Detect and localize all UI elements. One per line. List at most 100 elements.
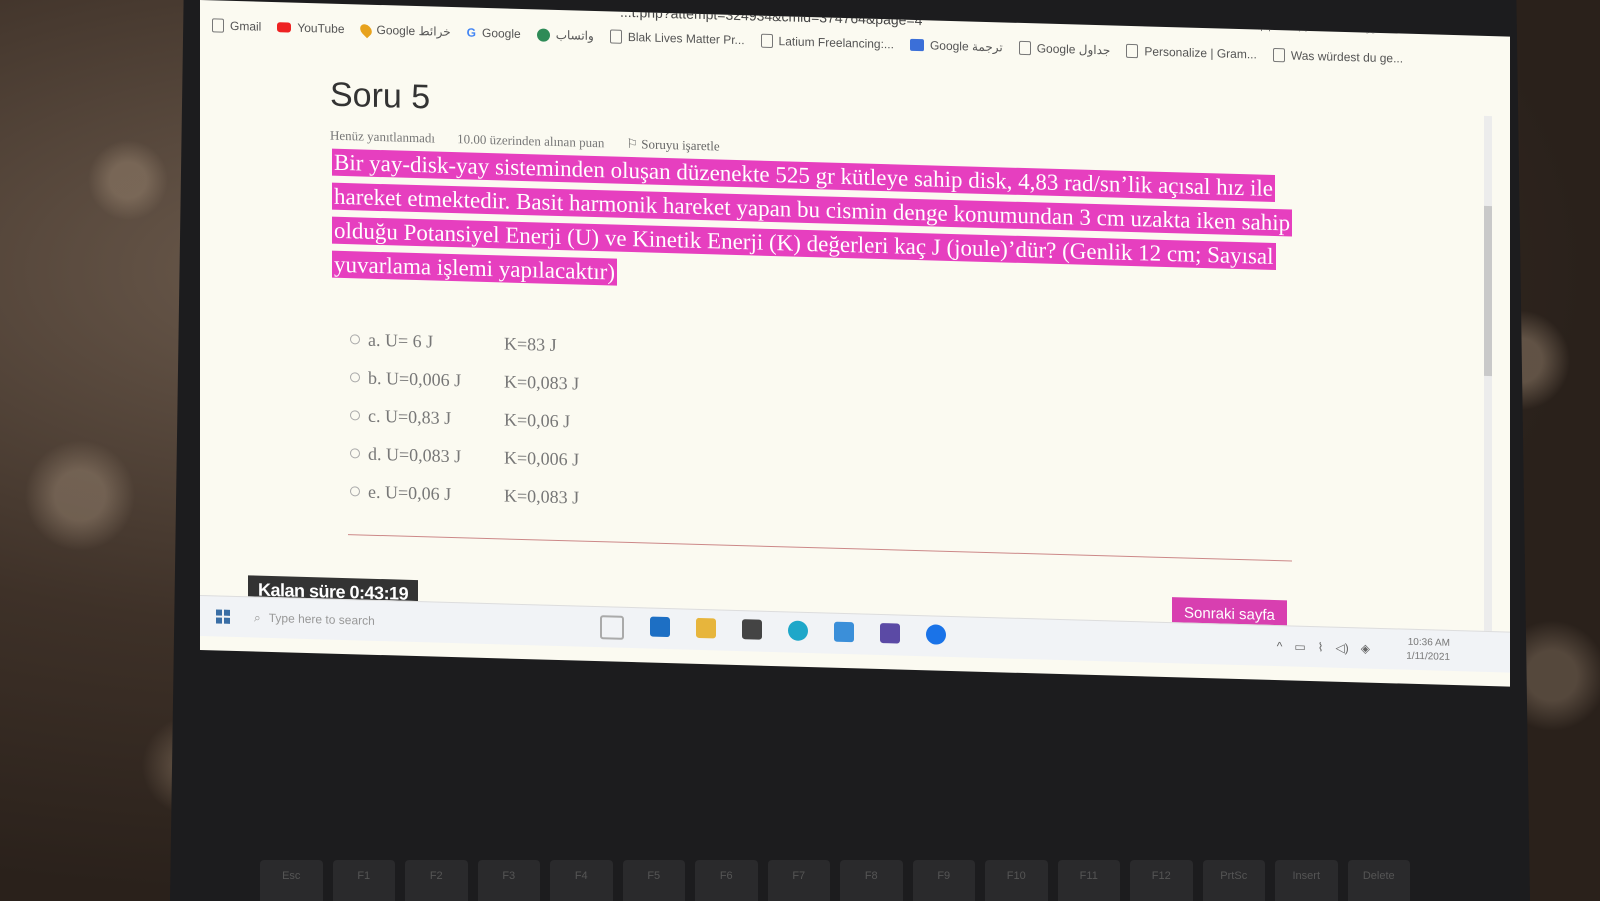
bookmark-label: Google جداول — [1036, 41, 1111, 58]
answer-option-d[interactable]: d. U=0,083 J K=0,006 J — [350, 434, 579, 478]
chevron-up-icon[interactable]: ^ — [1277, 639, 1283, 653]
bookmark-grammarly[interactable]: Personalize | Gram... — [1126, 43, 1257, 62]
option-k-value: K=0,06 J — [504, 408, 571, 431]
system-clock[interactable]: 10:36 AM 1/11/2021 — [1406, 636, 1450, 665]
key: F9 — [912, 860, 975, 901]
key: Esc — [260, 860, 323, 901]
radio-button[interactable] — [350, 486, 360, 497]
answer-option-c[interactable]: c. U=0,83 J K=0,06 J — [350, 396, 579, 440]
google-icon: G — [466, 25, 476, 40]
question-points: 10.00 üzerinden alınan puan — [457, 131, 605, 151]
option-u-value: a. U= 6 J — [368, 329, 434, 352]
youtube-icon — [277, 22, 292, 33]
question-title: Soru 5 — [330, 75, 431, 117]
answer-options: a. U= 6 J K=83 J b. U=0,006 J K=0,083 J c.… — [350, 320, 579, 516]
page-icon — [1272, 47, 1285, 63]
bookmark-latium[interactable]: Latium Freelancing:... — [760, 33, 894, 52]
taskbar-apps — [600, 615, 946, 649]
bookmark-gmail[interactable]: Gmail — [212, 18, 262, 34]
question-text-highlight: Bir yay-disk-yay sisteminden oluşan düze… — [332, 148, 1293, 286]
windows-start-icon[interactable] — [216, 609, 230, 624]
keyboard-row: Esc F1 F2 F3 F4 F5 F6 F7 F8 F9 F10 F11 F… — [260, 860, 1410, 901]
radio-button[interactable] — [350, 410, 360, 421]
file-explorer-icon[interactable] — [696, 617, 716, 639]
bookmark-google-translate[interactable]: Google ترجمة — [909, 38, 1003, 55]
taskbar-search[interactable]: ⌕ Type here to search — [254, 610, 375, 628]
system-tray: ^ ▭ ⌇ ◁) ◈ — [1277, 639, 1370, 656]
page-icon — [1018, 40, 1031, 56]
network-icon[interactable]: ⌇ — [1318, 640, 1324, 654]
dropbox-icon[interactable]: ◈ — [1361, 641, 1370, 655]
store-icon[interactable] — [742, 619, 762, 640]
app-icon[interactable] — [880, 622, 900, 644]
key: F3 — [477, 860, 540, 901]
option-k-value: K=0,083 J — [504, 484, 580, 508]
option-u-value: d. U=0,083 J — [368, 443, 462, 466]
key: F11 — [1057, 860, 1120, 901]
question-text: Bir yay-disk-yay sisteminden oluşan düze… — [332, 146, 1322, 310]
bookmark-google-maps[interactable]: Google خرائط — [357, 21, 451, 40]
page-icon — [212, 18, 224, 33]
page-icon — [1126, 43, 1139, 59]
outlook-icon[interactable] — [650, 616, 670, 638]
option-k-value: K=0,083 J — [504, 370, 580, 394]
key: F2 — [405, 860, 468, 901]
bookmark-youtube[interactable]: YouTube — [277, 20, 345, 37]
task-view-icon[interactable] — [600, 615, 624, 640]
bookmark-label: Latium Freelancing:... — [778, 34, 894, 52]
bookmark-blm[interactable]: Blak Lives Matter Pr... — [609, 29, 745, 48]
bookmark-google[interactable]: G Google — [467, 25, 521, 41]
bookmark-label: واتساب — [555, 27, 594, 44]
option-u-value: b. U=0,006 J — [368, 367, 462, 390]
key: F8 — [840, 860, 903, 901]
map-pin-icon — [357, 21, 374, 38]
bookmark-label: Was würdest du ge... — [1290, 48, 1404, 66]
bookmark-label: YouTube — [297, 20, 345, 37]
option-u-value: c. U=0,83 J — [368, 405, 452, 428]
translate-icon — [909, 38, 924, 52]
key: F1 — [332, 860, 395, 901]
radio-button[interactable] — [350, 334, 360, 345]
bookmark-label: Personalize | Gram... — [1144, 44, 1257, 62]
bookmark-label: Google خرائط — [376, 22, 451, 40]
key: Delete — [1347, 860, 1410, 901]
key: F10 — [985, 860, 1048, 901]
bookmark-google-sheets[interactable]: Google جداول — [1018, 40, 1111, 58]
bookmark-whatsapp[interactable]: واتساب — [536, 27, 594, 44]
key: F4 — [550, 860, 613, 901]
flag-question-link[interactable]: ⚐ Soruyu işaretle — [626, 136, 719, 155]
flag-label: Soruyu işaretle — [641, 136, 720, 154]
whatsapp-icon — [536, 27, 550, 42]
volume-icon[interactable]: ◁) — [1336, 641, 1349, 655]
option-k-value: K=0,006 J — [504, 446, 580, 470]
divider — [348, 534, 1292, 562]
bookmark-label: Gmail — [230, 18, 262, 34]
key: F7 — [767, 860, 830, 901]
answer-option-e[interactable]: e. U=0,06 J K=0,083 J — [350, 472, 579, 516]
option-k-value: K=83 J — [504, 332, 557, 355]
key: Insert — [1275, 860, 1338, 901]
answer-option-a[interactable]: a. U= 6 J K=83 J — [350, 320, 579, 364]
laptop-screen: ...t.php?attempt=324934&cmid=374764&page… — [200, 0, 1510, 687]
scrollbar-thumb[interactable] — [1484, 205, 1492, 377]
page-icon — [760, 33, 773, 48]
radio-button[interactable] — [350, 372, 360, 383]
edge-icon[interactable] — [788, 620, 808, 641]
bookmark-was-wurdest[interactable]: Was würdest du ge... — [1272, 47, 1404, 66]
mail-icon[interactable] — [834, 621, 854, 643]
bookmark-label: Google — [481, 25, 521, 41]
key: F5 — [622, 860, 685, 901]
search-icon: ⌕ — [254, 610, 261, 625]
key: F6 — [695, 860, 758, 901]
battery-icon[interactable]: ▭ — [1294, 640, 1305, 654]
answer-option-b[interactable]: b. U=0,006 J K=0,083 J — [350, 358, 579, 402]
bookmark-label: Google ترجمة — [929, 38, 1003, 55]
option-u-value: e. U=0,06 J — [368, 481, 452, 504]
bookmark-label: Blak Lives Matter Pr... — [627, 29, 745, 48]
flag-icon: ⚐ — [626, 135, 642, 152]
page-icon — [609, 29, 622, 44]
browser-app-icon[interactable] — [926, 624, 946, 645]
radio-button[interactable] — [350, 448, 360, 459]
search-placeholder: Type here to search — [268, 610, 375, 628]
question-status: Henüz yanıtlanmadı — [330, 127, 436, 146]
